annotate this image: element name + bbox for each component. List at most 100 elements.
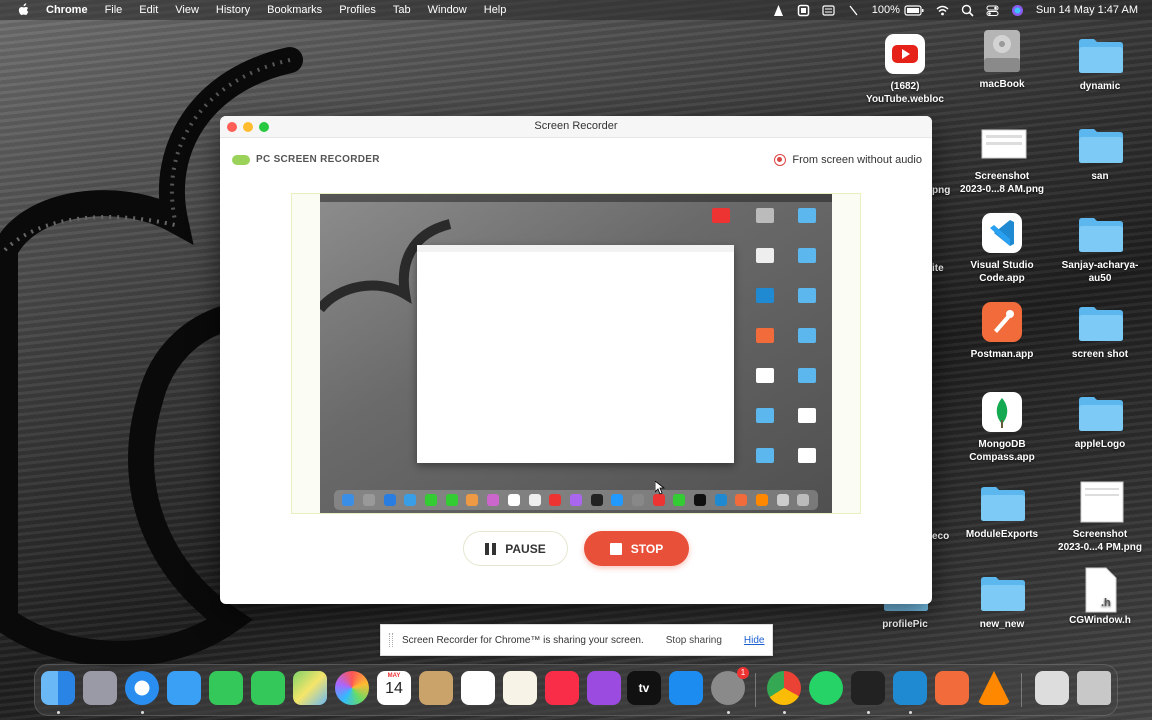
desktop-icon-label: macBook (979, 79, 1025, 90)
desktop-icon-label: Sanjay-acharya- au50 (1061, 260, 1139, 284)
recording-dot-icon (774, 154, 787, 166)
postman-icon (980, 300, 1024, 344)
trash-icon[interactable] (1077, 671, 1111, 705)
stop-button[interactable]: STOP (584, 531, 689, 566)
siri-icon[interactable] (1011, 4, 1024, 17)
menu-bookmarks[interactable]: Bookmarks (267, 4, 322, 16)
desktop-icon-applelogo-folder[interactable]: appleLogo (1055, 390, 1145, 451)
appletv-label: tv (638, 681, 650, 695)
appstore-icon[interactable] (669, 671, 703, 705)
apple-menu-icon[interactable] (16, 3, 30, 17)
youtube-icon (883, 32, 927, 76)
vscode-icon (980, 211, 1024, 255)
preview-dock (334, 490, 818, 510)
desktop-icon-vscode-app[interactable]: Visual Studio Code.app (957, 211, 1047, 285)
folder-icon (980, 570, 1025, 614)
menu-profiles[interactable]: Profiles (339, 4, 376, 16)
menu-view[interactable]: View (175, 4, 199, 16)
desktop-icon-label: MongoDB Compass.app (969, 439, 1035, 463)
folder-icon (1078, 300, 1123, 344)
bluetooth-off-icon[interactable] (847, 4, 860, 17)
menu-app-name[interactable]: Chrome (46, 4, 88, 16)
mail-icon[interactable] (167, 671, 201, 705)
chrome-icon[interactable] (767, 671, 801, 705)
recording-preview (320, 194, 832, 513)
settings-icon[interactable]: 1 (711, 667, 749, 705)
folder-icon (1078, 122, 1123, 166)
vlc-status-icon[interactable] (772, 4, 785, 17)
menu-history[interactable]: History (216, 4, 250, 16)
desktop-icon-mongodb-compass[interactable]: MongoDB Compass.app (957, 390, 1047, 464)
notes-icon[interactable] (419, 671, 453, 705)
preview-icon[interactable] (1035, 671, 1069, 705)
menu-bar-status-area: 100% Sun 14 May 1:47 AM (760, 0, 1138, 20)
calendar-month: MAY (387, 673, 401, 679)
battery-percent: 100% (871, 4, 900, 16)
window-title: Screen Recorder (534, 120, 618, 132)
desktop-icon-label: new_new (979, 619, 1025, 630)
appletv-icon[interactable]: tv (627, 671, 661, 705)
desktop-icon-screen-shot-folder[interactable]: screen shot (1055, 300, 1145, 361)
menu-help[interactable]: Help (484, 4, 507, 16)
desktop-icon-screenshot-am[interactable]: Screenshot 2023-0...8 AM.png (957, 122, 1047, 196)
whatsapp-icon[interactable] (809, 671, 843, 705)
pause-button[interactable]: PAUSE (463, 531, 568, 566)
desktop-icon-san-folder[interactable]: san (1055, 122, 1145, 183)
window-titlebar[interactable]: Screen Recorder (220, 116, 932, 138)
recording-preview-frame (291, 193, 861, 514)
desktop-icon-moduleexports-folder[interactable]: ModuleExports (957, 480, 1047, 541)
desktop-icon-label: Postman.app (970, 349, 1034, 360)
folder-icon (980, 480, 1025, 524)
desktop-icon-label: appleLogo (1074, 439, 1126, 450)
desktop-icon-label: dynamic (1079, 81, 1121, 92)
list-status-icon[interactable] (822, 4, 835, 17)
hide-link[interactable]: Hide (744, 635, 765, 646)
image-icon (980, 122, 1027, 166)
menu-tab[interactable]: Tab (393, 4, 411, 16)
desktop-icon-postman-app[interactable]: Postman.app (957, 300, 1047, 361)
document-status-icon[interactable] (797, 4, 810, 17)
desktop-icon-cgwindow-h[interactable]: .h CGWindow.h (1055, 566, 1145, 627)
menu-bar: Chrome File Edit View History Bookmarks … (0, 0, 1152, 20)
battery-icon[interactable] (904, 4, 924, 17)
maps-icon[interactable] (293, 671, 327, 705)
photos-icon[interactable] (335, 671, 369, 705)
launchpad-icon[interactable] (83, 671, 117, 705)
folder-icon (1078, 390, 1123, 434)
header-file-icon: .h (1078, 566, 1122, 613)
drag-handle-icon[interactable] (389, 633, 393, 647)
settings-badge: 1 (737, 667, 749, 679)
music-icon[interactable] (545, 671, 579, 705)
recorder-logo-icon (232, 154, 250, 165)
desktop-icon-youtube-webloc[interactable]: (1682) YouTube.webloc (860, 32, 950, 106)
reminders-icon[interactable] (461, 671, 495, 705)
terminal-icon[interactable] (851, 671, 885, 705)
desktop-icon-dynamic-folder[interactable]: dynamic (1055, 32, 1145, 93)
safari-icon[interactable] (125, 671, 159, 705)
vscode-icon[interactable] (893, 671, 927, 705)
desktop-icon-screenshot-pm[interactable]: Screenshot 2023-0...4 PM.png (1055, 480, 1145, 554)
control-center-icon[interactable] (986, 4, 999, 17)
stop-button-label: STOP (630, 541, 664, 556)
finder-icon[interactable] (41, 671, 75, 705)
podcasts-icon[interactable] (587, 671, 621, 705)
calendar-icon[interactable]: MAY 14 (377, 671, 411, 705)
messages-icon[interactable] (251, 671, 285, 705)
desktop-icon-sanjay-folder[interactable]: Sanjay-acharya- au50 (1055, 211, 1145, 285)
menu-edit[interactable]: Edit (139, 4, 158, 16)
stop-sharing-button[interactable]: Stop sharing (666, 631, 722, 650)
desktop-icon-new-new-folder[interactable]: new_new (957, 570, 1047, 631)
freeform-icon[interactable] (503, 671, 537, 705)
wifi-icon[interactable] (936, 4, 949, 17)
image-icon (1078, 480, 1124, 524)
desktop-icon-label: (1682) YouTube.webloc (866, 81, 944, 105)
spotlight-search-icon[interactable] (961, 4, 974, 17)
menu-window[interactable]: Window (428, 4, 467, 16)
desktop-icon-label: CGWindow.h (1069, 615, 1131, 626)
menu-file[interactable]: File (105, 4, 123, 16)
desktop-icon-macbook-disk[interactable]: macBook (957, 28, 1047, 91)
vlc-icon[interactable] (977, 671, 1011, 705)
postman-icon[interactable] (935, 671, 969, 705)
facetime-icon[interactable] (209, 671, 243, 705)
menu-bar-clock[interactable]: Sun 14 May 1:47 AM (1036, 4, 1138, 16)
